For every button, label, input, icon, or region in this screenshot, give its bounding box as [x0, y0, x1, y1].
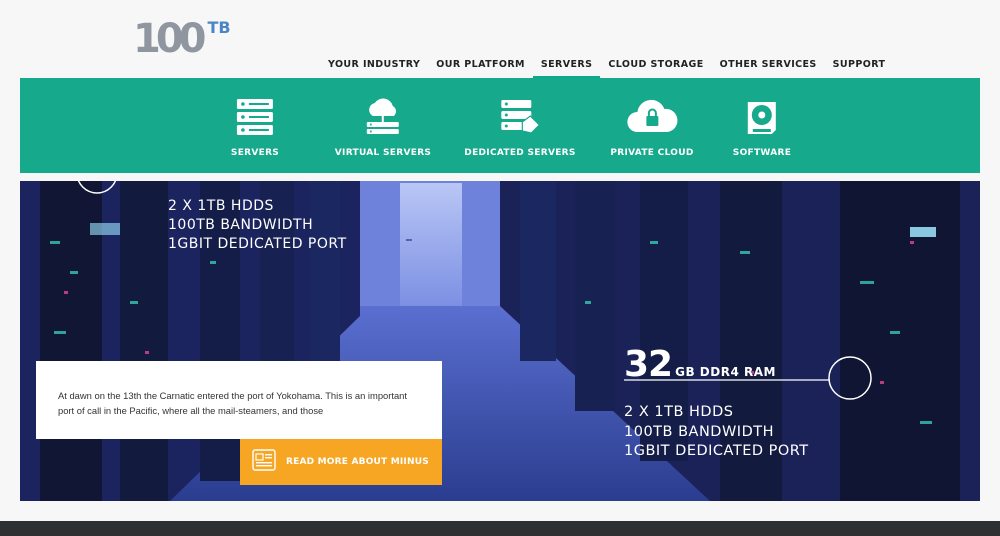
- subnav-label: PRIVATE CLOUD: [610, 148, 694, 158]
- nav-item-support[interactable]: SUPPORT: [825, 56, 894, 78]
- spec-line: 1GBIT DEDICATED PORT: [624, 443, 809, 459]
- datacenter-background: [20, 181, 980, 501]
- read-more-label: READ MORE ABOUT MIINUS: [286, 457, 429, 467]
- subnav-item-servers[interactable]: SERVERS: [231, 98, 279, 158]
- ram-number: 32: [624, 344, 673, 385]
- logo-number: 100: [133, 16, 206, 62]
- spec-line: 1GBIT DEDICATED PORT: [168, 236, 347, 252]
- spec-list-bottom: 2 X 1TB HDDS 100TB BANDWIDTH 1GBIT DEDIC…: [624, 403, 809, 462]
- dedicated-server-icon: [500, 98, 540, 136]
- document-icon: [252, 448, 276, 476]
- nav-item-our-platform[interactable]: OUR PLATFORM: [428, 56, 533, 78]
- software-disc-icon: [745, 98, 779, 136]
- spec-line: 2 X 1TB HDDS: [624, 404, 734, 420]
- subnav-label: VIRTUAL SERVERS: [334, 148, 432, 158]
- subnav-item-private-cloud[interactable]: PRIVATE CLOUD: [610, 98, 693, 158]
- nav-item-your-industry[interactable]: YOUR INDUSTRY: [320, 56, 428, 78]
- hero-banner: 2 X 1TB HDDS 100TB BANDWIDTH 1GBIT DEDIC…: [20, 181, 980, 501]
- ram-label: GB DDR4 RAM: [675, 365, 776, 379]
- subnav-item-dedicated-servers[interactable]: DEDICATED SERVERS: [464, 98, 575, 158]
- footer-bar: [0, 521, 1000, 536]
- logo[interactable]: 100 TB: [133, 18, 231, 60]
- nav-item-cloud-storage[interactable]: CLOUD STORAGE: [600, 56, 711, 78]
- subnav-item-software[interactable]: SOFTWARE: [733, 98, 791, 158]
- spec-line: 100TB BANDWIDTH: [168, 217, 314, 233]
- main-nav: YOUR INDUSTRY OUR PLATFORM SERVERS CLOUD…: [320, 56, 894, 81]
- subnav-label: SERVERS: [230, 148, 280, 158]
- spec-list-top: 2 X 1TB HDDS 100TB BANDWIDTH 1GBIT DEDIC…: [168, 197, 347, 254]
- spec-line: 2 X 1TB HDDS: [168, 198, 274, 214]
- cloud-network-icon: [363, 98, 403, 136]
- logo-suffix: TB: [207, 18, 231, 37]
- spec-line: 100TB BANDWIDTH: [624, 423, 775, 440]
- nav-item-servers[interactable]: SERVERS: [532, 56, 601, 81]
- nav-item-other-services[interactable]: OTHER SERVICES: [712, 56, 825, 78]
- header: 100 TB YOUR INDUSTRY OUR PLATFORM SERVER…: [0, 0, 1000, 81]
- subnav-item-virtual-servers[interactable]: VIRTUAL SERVERS: [335, 98, 431, 158]
- callout-box: At dawn on the 13th the Carnatic entered…: [36, 361, 442, 439]
- subnav-label: SOFTWARE: [732, 148, 792, 158]
- callout-text: At dawn on the 13th the Carnatic entered…: [58, 390, 408, 416]
- cloud-lock-icon: [625, 98, 679, 136]
- read-more-button[interactable]: READ MORE ABOUT MIINUS: [240, 439, 442, 485]
- servers-subnav: SERVERS VIRTUAL SERVERS DEDICATED SERVER: [20, 78, 980, 173]
- server-stack-icon: [236, 98, 274, 136]
- subnav-label: DEDICATED SERVERS: [464, 148, 576, 158]
- ram-spec: 32 GB DDR4 RAM: [624, 344, 776, 385]
